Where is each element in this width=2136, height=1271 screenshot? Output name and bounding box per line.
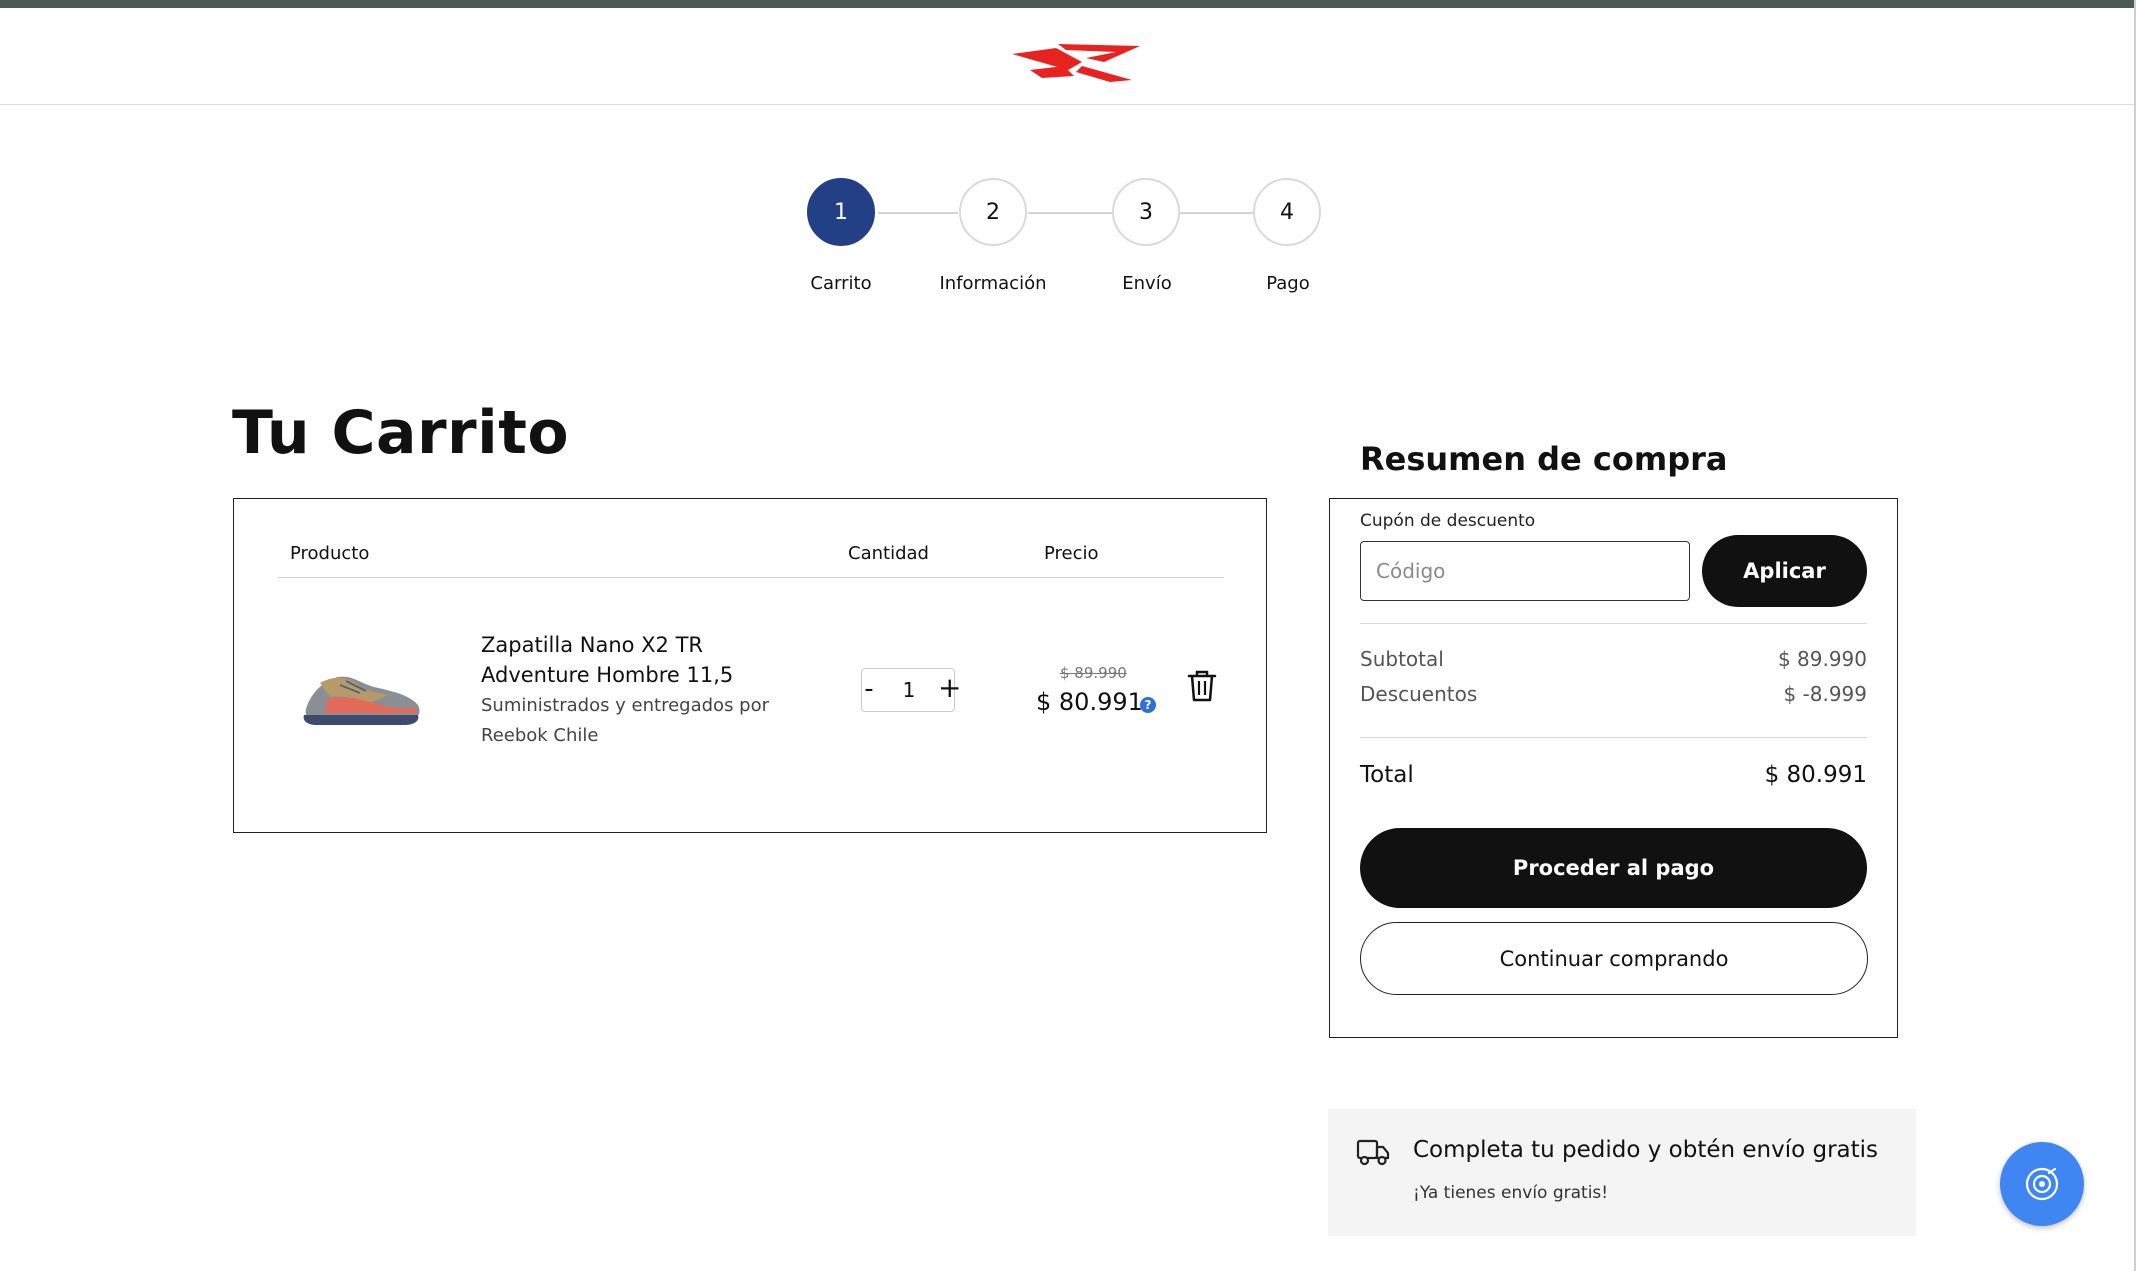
- column-header-price: Precio: [1044, 543, 1099, 564]
- apply-coupon-button[interactable]: Aplicar: [1702, 535, 1867, 607]
- summary-title: Resumen de compra: [1360, 440, 1728, 478]
- total-value: $ 80.991: [1764, 762, 1867, 788]
- step-2-circle[interactable]: 2: [959, 178, 1027, 246]
- original-price: $ 89.990: [1060, 664, 1127, 682]
- product-seller: Suministrados y entregados por Reebok Ch…: [481, 695, 770, 746]
- target-chat-icon: [2025, 1167, 2059, 1201]
- chat-fab-button[interactable]: [2000, 1142, 2084, 1226]
- price-help-icon[interactable]: ?: [1140, 697, 1156, 713]
- discount-value: $ -8.999: [1783, 682, 1867, 706]
- coupon-label: Cupón de descuento: [1360, 511, 1536, 531]
- shipping-subtitle: ¡Ya tienes envío gratis!: [1413, 1183, 1609, 1203]
- column-header-quantity: Cantidad: [848, 543, 929, 564]
- product-name[interactable]: Zapatilla Nano X2 TR Adventure Hombre 11…: [481, 630, 781, 690]
- table-header-divider: [278, 577, 1224, 578]
- coupon-code-input[interactable]: [1360, 541, 1690, 601]
- trash-icon[interactable]: [1186, 669, 1218, 703]
- quantity-stepper: - 1 +: [861, 668, 961, 712]
- discount-label: Descuentos: [1360, 682, 1478, 706]
- subtotal-label: Subtotal: [1360, 647, 1444, 671]
- step-connector: [1028, 212, 1116, 214]
- shipping-title: Completa tu pedido y obtén envío gratis: [1413, 1137, 1879, 1163]
- discount-row: Descuentos $ -8.999: [1360, 682, 1867, 706]
- subtotal-value: $ 89.990: [1777, 647, 1867, 671]
- step-2-label: Información: [939, 273, 1047, 294]
- summary-divider: [1360, 737, 1867, 738]
- reebok-logo-icon[interactable]: [1012, 36, 1142, 86]
- step-4-circle[interactable]: 4: [1253, 178, 1321, 246]
- subtotal-row: Subtotal $ 89.990: [1360, 647, 1867, 671]
- current-price: $ 80.991: [1036, 688, 1143, 716]
- page-title: Tu Carrito: [232, 398, 570, 468]
- free-shipping-banner: [1328, 1109, 1916, 1236]
- browser-top-strip: [0, 0, 2136, 8]
- step-3-label: Envío: [1122, 273, 1172, 294]
- step-1-label: Carrito: [810, 273, 872, 294]
- quantity-increase-button[interactable]: +: [938, 671, 961, 705]
- quantity-decrease-button[interactable]: -: [862, 673, 876, 705]
- total-row: Total $ 80.991: [1360, 762, 1867, 788]
- continue-shopping-button[interactable]: Continuar comprando: [1360, 922, 1868, 995]
- shoe-product-image[interactable]: [300, 665, 424, 733]
- step-connector: [878, 212, 958, 214]
- step-connector: [1180, 212, 1256, 214]
- step-4-label: Pago: [1266, 273, 1310, 294]
- total-label: Total: [1360, 762, 1414, 788]
- summary-divider: [1360, 623, 1867, 624]
- column-header-product: Producto: [290, 543, 370, 564]
- proceed-to-payment-button[interactable]: Proceder al pago: [1360, 828, 1867, 908]
- step-1-circle[interactable]: 1: [807, 178, 875, 246]
- truck-icon: [1356, 1139, 1390, 1166]
- site-header: [0, 8, 2134, 105]
- step-3-circle[interactable]: 3: [1112, 178, 1180, 246]
- quantity-value[interactable]: 1: [896, 678, 922, 702]
